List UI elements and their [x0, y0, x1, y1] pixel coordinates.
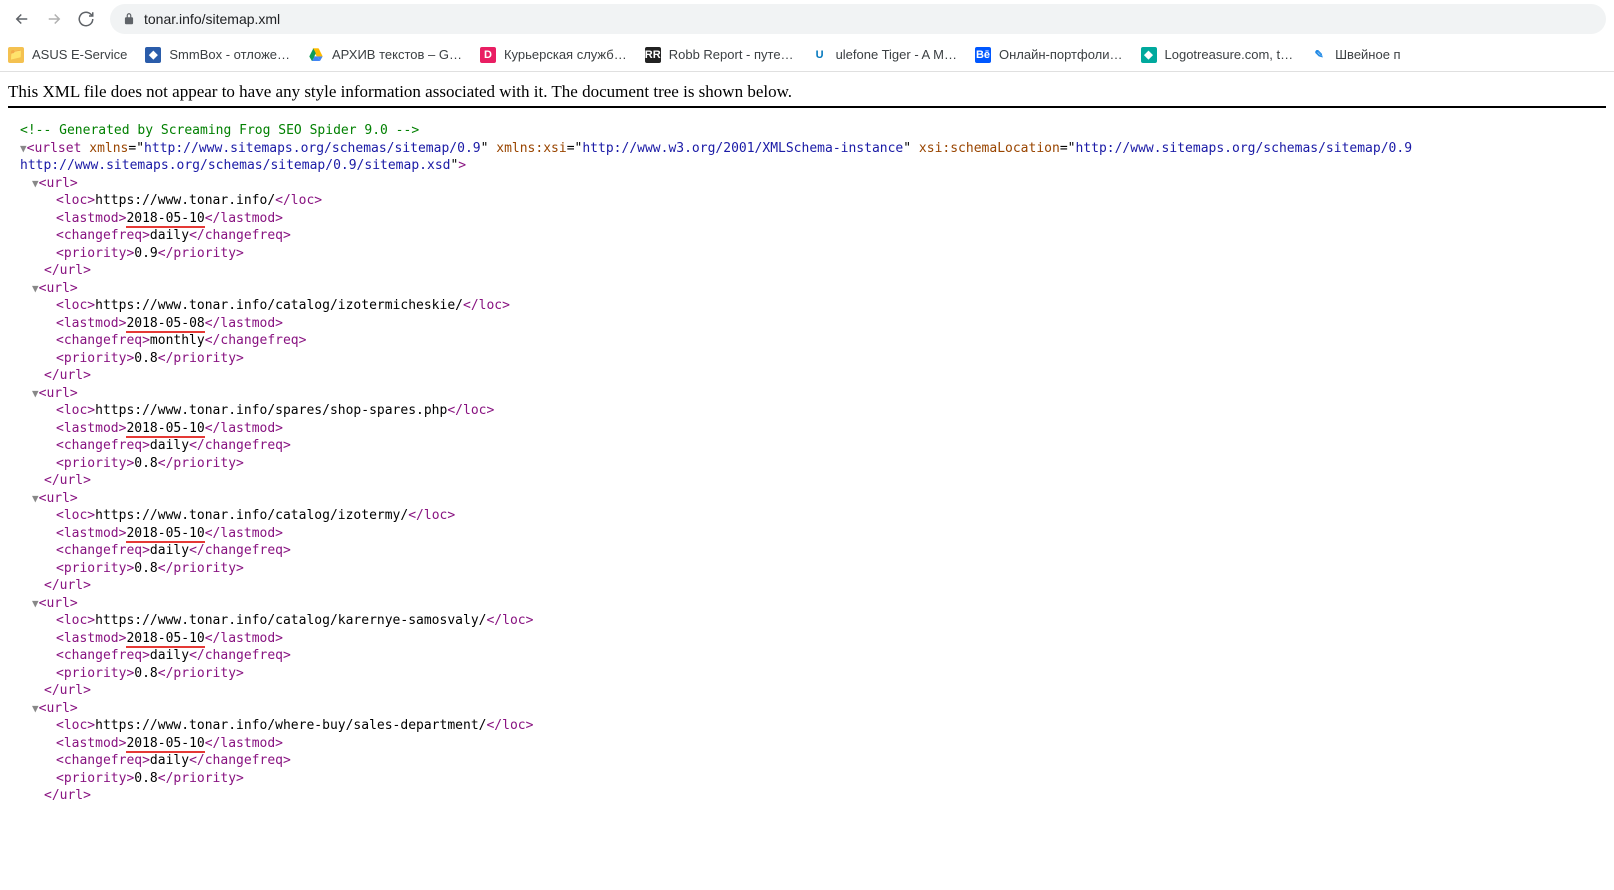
- arrow-left-icon: [13, 10, 31, 28]
- xml-url-close: </url>: [8, 577, 1614, 595]
- xml-notice-text: This XML file does not appear to have an…: [8, 82, 1606, 102]
- bookmark-item[interactable]: Uulefone Tiger - A M…: [812, 47, 957, 63]
- xml-changefreq: <changefreq>daily</changefreq>: [8, 542, 1614, 560]
- xml-changefreq: <changefreq>monthly</changefreq>: [8, 332, 1614, 350]
- bookmark-label: Онлайн-портфоли…: [999, 47, 1123, 62]
- back-button[interactable]: [8, 5, 36, 33]
- bookmark-item[interactable]: ◆ Logotreasure.com, t…: [1141, 47, 1294, 63]
- xml-priority: <priority>0.8</priority>: [8, 560, 1614, 578]
- xml-priority: <priority>0.8</priority>: [8, 770, 1614, 788]
- bookmark-item[interactable]: 📁 ASUS E-Service: [8, 47, 127, 63]
- bookmark-label: Швейное п: [1335, 47, 1400, 62]
- notice-divider: [8, 106, 1606, 108]
- bookmark-label: ASUS E-Service: [32, 47, 127, 62]
- bookmark-item[interactable]: Bē Онлайн-портфоли…: [975, 47, 1123, 63]
- reload-icon: [77, 10, 95, 28]
- xml-loc: <loc>https://www.tonar.info/where-buy/sa…: [8, 717, 1614, 735]
- xml-lastmod: <lastmod>2018-05-10</lastmod>: [8, 420, 1614, 438]
- xml-url-open[interactable]: ▼<url>: [8, 385, 1614, 403]
- bookmark-label: SmmBox - отложе…: [169, 47, 290, 62]
- xml-priority: <priority>0.8</priority>: [8, 455, 1614, 473]
- xml-url-close: </url>: [8, 787, 1614, 805]
- bookmark-item[interactable]: RR Robb Report - путе…: [645, 47, 794, 63]
- bookmark-label: АРХИВ текстов – G…: [332, 47, 462, 62]
- xml-changefreq: <changefreq>daily</changefreq>: [8, 437, 1614, 455]
- bookmark-icon: D: [480, 47, 496, 63]
- url-text: tonar.info/sitemap.xml: [144, 11, 280, 27]
- bookmark-icon: ◆: [145, 47, 161, 63]
- reload-button[interactable]: [72, 5, 100, 33]
- bookmark-icon: ✎: [1311, 47, 1327, 63]
- xml-notice: This XML file does not appear to have an…: [0, 72, 1614, 114]
- xml-url-open[interactable]: ▼<url>: [8, 490, 1614, 508]
- browser-toolbar: tonar.info/sitemap.xml: [0, 0, 1614, 38]
- bookmark-icon: RR: [645, 47, 661, 63]
- xml-lastmod: <lastmod>2018-05-10</lastmod>: [8, 525, 1614, 543]
- xml-changefreq: <changefreq>daily</changefreq>: [8, 752, 1614, 770]
- arrow-right-icon: [45, 10, 63, 28]
- bookmarks-bar: 📁 ASUS E-Service ◆ SmmBox - отложе… АРХИВ те…: [0, 38, 1614, 72]
- bookmark-label: ulefone Tiger - A M…: [836, 47, 957, 62]
- xml-urlset-open[interactable]: ▼<urlset xmlns="http://www.sitemaps.org/…: [8, 140, 1614, 158]
- xml-url-open[interactable]: ▼<url>: [8, 700, 1614, 718]
- xml-lastmod: <lastmod>2018-05-10</lastmod>: [8, 630, 1614, 648]
- xml-priority: <priority>0.9</priority>: [8, 245, 1614, 263]
- bookmark-icon: 📁: [8, 47, 24, 63]
- bookmark-icon: Bē: [975, 47, 991, 63]
- forward-button[interactable]: [40, 5, 68, 33]
- xml-url-close: </url>: [8, 682, 1614, 700]
- bookmark-item[interactable]: D Курьерская служб…: [480, 47, 627, 63]
- xml-tree: <!-- Generated by Screaming Frog SEO Spi…: [0, 114, 1614, 825]
- bookmark-label: Logotreasure.com, t…: [1165, 47, 1294, 62]
- xml-comment: <!-- Generated by Screaming Frog SEO Spi…: [20, 123, 419, 138]
- xml-lastmod: <lastmod>2018-05-08</lastmod>: [8, 315, 1614, 333]
- xml-url-close: </url>: [8, 262, 1614, 280]
- bookmark-icon: U: [812, 47, 828, 63]
- xml-priority: <priority>0.8</priority>: [8, 350, 1614, 368]
- xml-lastmod: <lastmod>2018-05-10</lastmod>: [8, 735, 1614, 753]
- bookmark-icon: [308, 47, 324, 63]
- xml-loc: <loc>https://www.tonar.info/catalog/izot…: [8, 297, 1614, 315]
- xml-lastmod: <lastmod>2018-05-10</lastmod>: [8, 210, 1614, 228]
- xml-priority: <priority>0.8</priority>: [8, 665, 1614, 683]
- xml-url-open[interactable]: ▼<url>: [8, 175, 1614, 193]
- bookmark-label: Курьерская служб…: [504, 47, 627, 62]
- xml-loc: <loc>https://www.tonar.info/catalog/kare…: [8, 612, 1614, 630]
- xml-loc: <loc>https://www.tonar.info/spares/shop-…: [8, 402, 1614, 420]
- bookmark-item[interactable]: ◆ SmmBox - отложе…: [145, 47, 290, 63]
- bookmark-label: Robb Report - путе…: [669, 47, 794, 62]
- xml-loc: <loc>https://www.tonar.info/catalog/izot…: [8, 507, 1614, 525]
- xml-url-close: </url>: [8, 472, 1614, 490]
- xml-url-open[interactable]: ▼<url>: [8, 280, 1614, 298]
- bookmark-icon: ◆: [1141, 47, 1157, 63]
- xml-loc: <loc>https://www.tonar.info/</loc>: [8, 192, 1614, 210]
- xml-changefreq: <changefreq>daily</changefreq>: [8, 647, 1614, 665]
- lock-icon: [122, 12, 136, 26]
- bookmark-item[interactable]: АРХИВ текстов – G…: [308, 47, 462, 63]
- address-bar[interactable]: tonar.info/sitemap.xml: [110, 4, 1606, 34]
- bookmark-item[interactable]: ✎ Швейное п: [1311, 47, 1400, 63]
- xml-url-open[interactable]: ▼<url>: [8, 595, 1614, 613]
- xml-url-close: </url>: [8, 367, 1614, 385]
- xml-changefreq: <changefreq>daily</changefreq>: [8, 227, 1614, 245]
